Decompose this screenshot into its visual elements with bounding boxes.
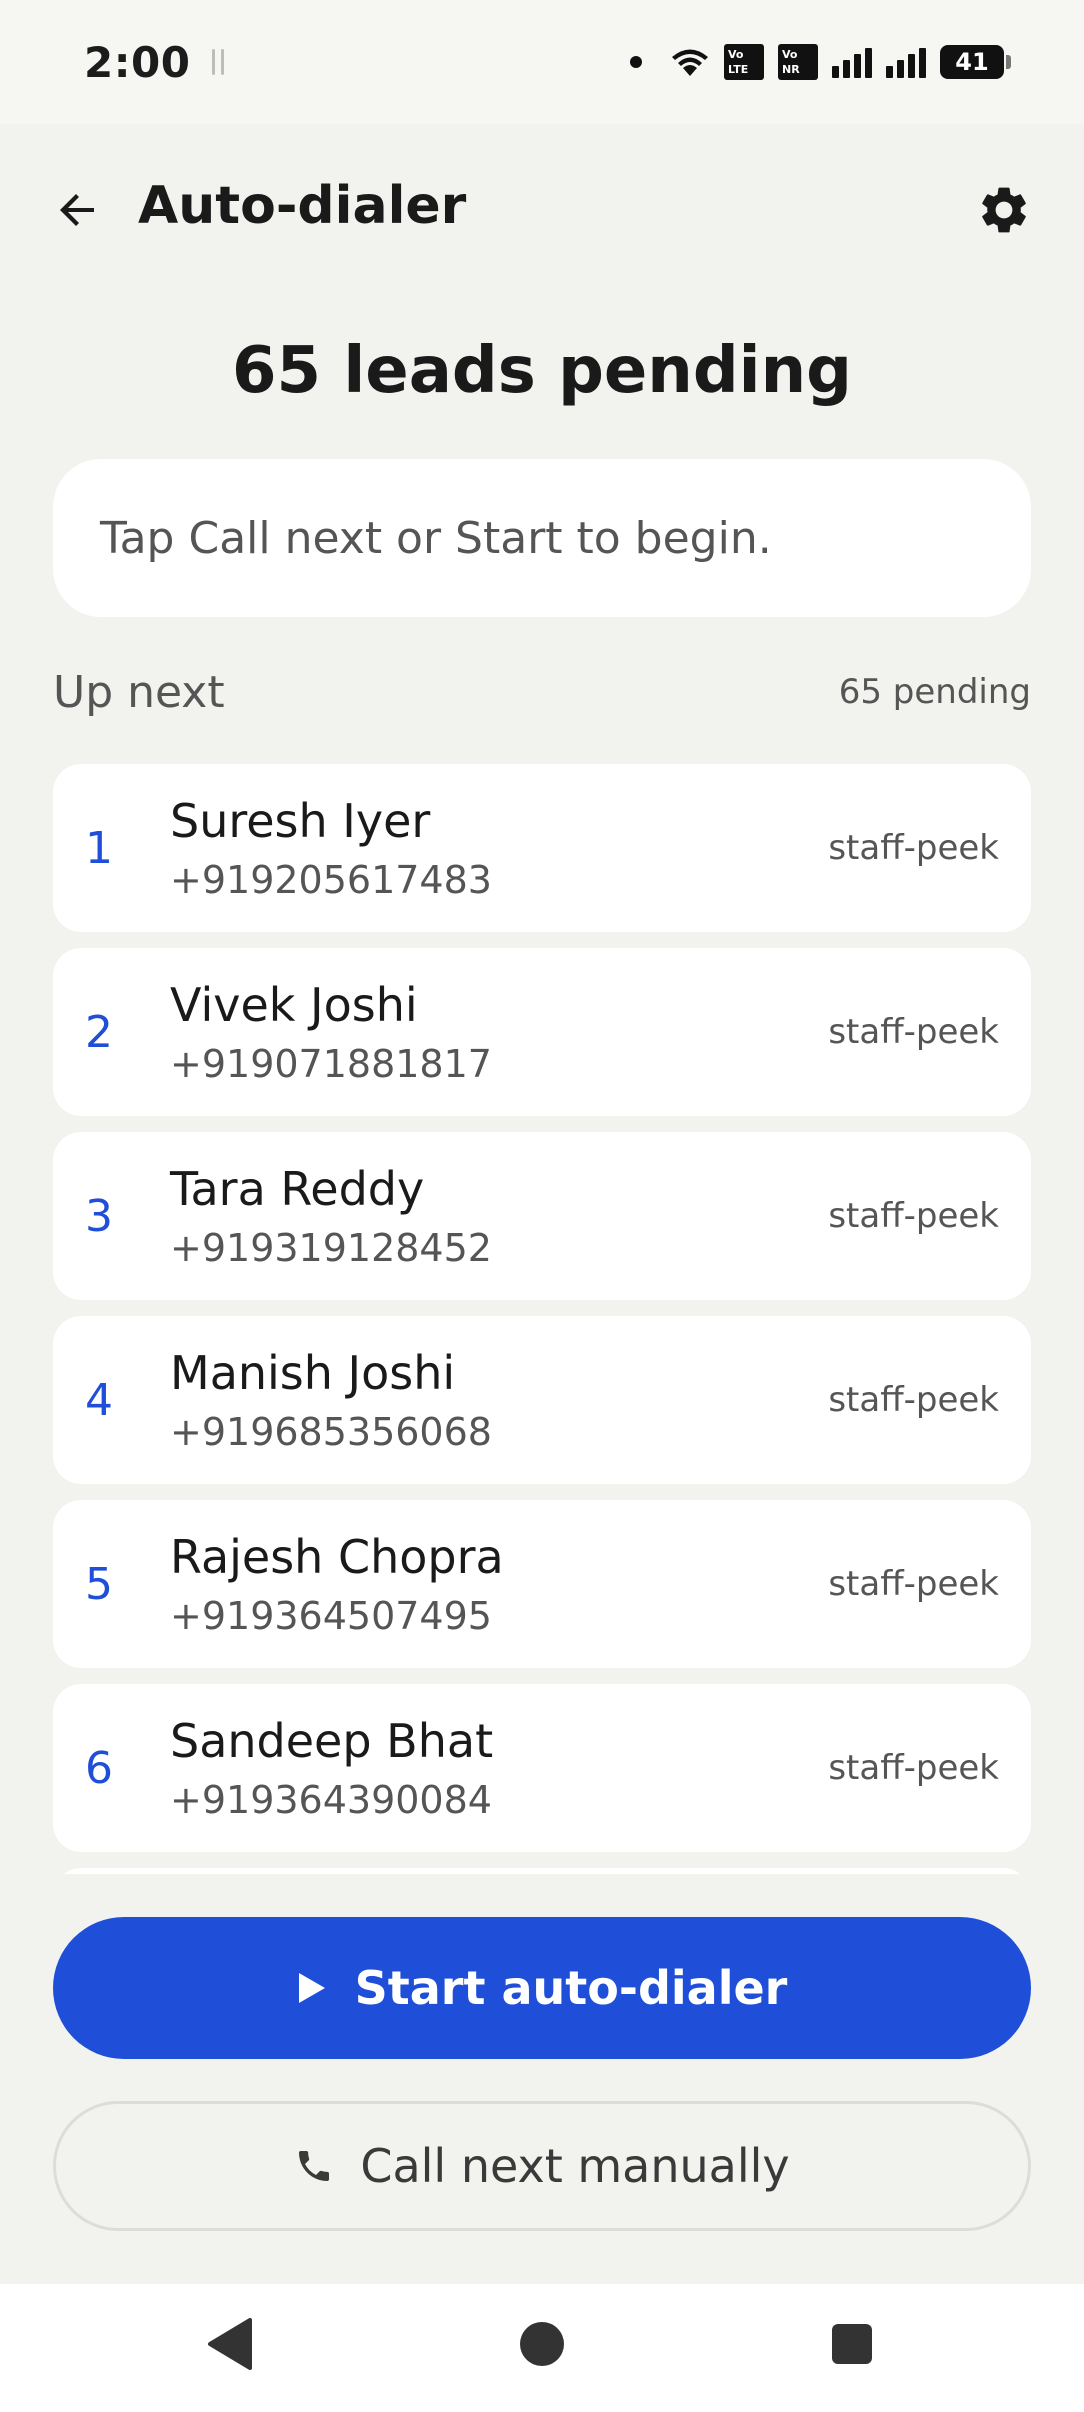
info-card: Tap Call next or Start to begin. (53, 459, 1031, 617)
lead-tag: staff-peek (828, 1012, 999, 1052)
lead-tag: staff-peek (828, 828, 999, 868)
status-left: 2:00 (84, 38, 248, 87)
page-title: Auto-dialer (138, 176, 467, 236)
nav-recents-icon[interactable] (832, 2324, 872, 2364)
gear-icon (982, 187, 1026, 233)
lead-phone: +919071881817 (170, 1042, 492, 1086)
call-next-manually-button[interactable]: Call next manually (53, 2101, 1031, 2231)
lead-tag: staff-peek (828, 1564, 999, 1604)
lead-index: 3 (85, 1190, 113, 1242)
lead-phone: +919205617483 (170, 858, 492, 902)
volte-sim1-label-top: Vo (728, 48, 744, 61)
back-button[interactable] (46, 178, 110, 242)
pending-count: 65 pending (838, 672, 1031, 712)
lead-card[interactable]: 4 Manish Joshi +919685356068 staff-peek (53, 1316, 1031, 1484)
lead-phone: +919364507495 (170, 1594, 492, 1638)
lead-name: Manish Joshi (170, 1346, 456, 1400)
volte-sim1-label-bottom: LTE (728, 63, 749, 76)
lead-card[interactable]: 6 Sandeep Bhat +919364390084 staff-peek (53, 1684, 1031, 1852)
lead-card[interactable]: 3 Tara Reddy +919319128452 staff-peek (53, 1132, 1031, 1300)
lead-card[interactable]: 2 Vivek Joshi +919071881817 staff-peek (53, 948, 1031, 1116)
lead-name: Sandeep Bhat (170, 1714, 494, 1768)
up-next-header: Up next 65 pending (53, 662, 1031, 722)
settings-button[interactable] (972, 178, 1036, 242)
status-icons: Vo LTE Vo NR 41 (630, 44, 1011, 80)
lead-index: 4 (85, 1374, 113, 1426)
lead-index: 1 (85, 822, 113, 874)
phone-icon (299, 2151, 330, 2181)
nav-home-icon[interactable] (520, 2322, 564, 2366)
section-title: Up next (53, 666, 225, 718)
signal-sim2-icon (886, 46, 926, 78)
system-nav-bar (0, 2284, 1084, 2412)
lead-phone: +919364390084 (170, 1778, 492, 1822)
notification-placeholder-icon (212, 47, 248, 77)
lead-index: 2 (85, 1006, 113, 1058)
info-text: Tap Call next or Start to begin. (100, 512, 772, 564)
notification-dot-icon (630, 56, 642, 68)
lead-tag: staff-peek (828, 1196, 999, 1236)
lead-card[interactable]: 1 Suresh Iyer +919205617483 staff-peek (53, 764, 1031, 932)
status-time: 2:00 (84, 37, 191, 87)
lead-index: 6 (85, 1742, 113, 1794)
manual-button-label: Call next manually (360, 2139, 790, 2193)
vonr-sim2-icon: Vo NR (778, 44, 818, 80)
status-bar: 2:00 Vo LTE Vo NR 41 (0, 0, 1084, 124)
arrow-left-icon (60, 194, 94, 226)
lead-tag: staff-peek (828, 1380, 999, 1420)
lead-list[interactable]: 1 Suresh Iyer +919205617483 staff-peek 2… (53, 764, 1031, 1874)
signal-sim1-icon (832, 46, 872, 78)
start-auto-dialer-button[interactable]: Start auto-dialer (53, 1917, 1031, 2059)
lead-name: Rajesh Chopra (170, 1530, 504, 1584)
lead-name: Vivek Joshi (170, 978, 418, 1032)
nav-back-icon[interactable] (206, 2316, 256, 2372)
lead-card-partial[interactable] (53, 1868, 1031, 1874)
vonr-sim2-label-bottom: NR (782, 63, 800, 76)
lead-name: Suresh Iyer (170, 794, 431, 848)
lead-tag: staff-peek (828, 1748, 999, 1788)
leads-pending-headline: 65 leads pending (232, 334, 852, 408)
app-bar: Auto-dialer (0, 160, 1084, 260)
lead-phone: +919685356068 (170, 1410, 492, 1454)
battery-icon: 41 (940, 45, 1011, 79)
lead-index: 5 (85, 1558, 113, 1610)
lead-card[interactable]: 5 Rajesh Chopra +919364507495 staff-peek (53, 1500, 1031, 1668)
start-button-label: Start auto-dialer (354, 1961, 788, 2015)
lead-phone: +919319128452 (170, 1226, 492, 1270)
lead-name: Tara Reddy (170, 1162, 425, 1216)
wifi-icon (672, 49, 708, 76)
volte-sim1-icon: Vo LTE (724, 44, 764, 80)
play-icon (298, 1973, 325, 2003)
vonr-sim2-label-top: Vo (782, 48, 798, 61)
